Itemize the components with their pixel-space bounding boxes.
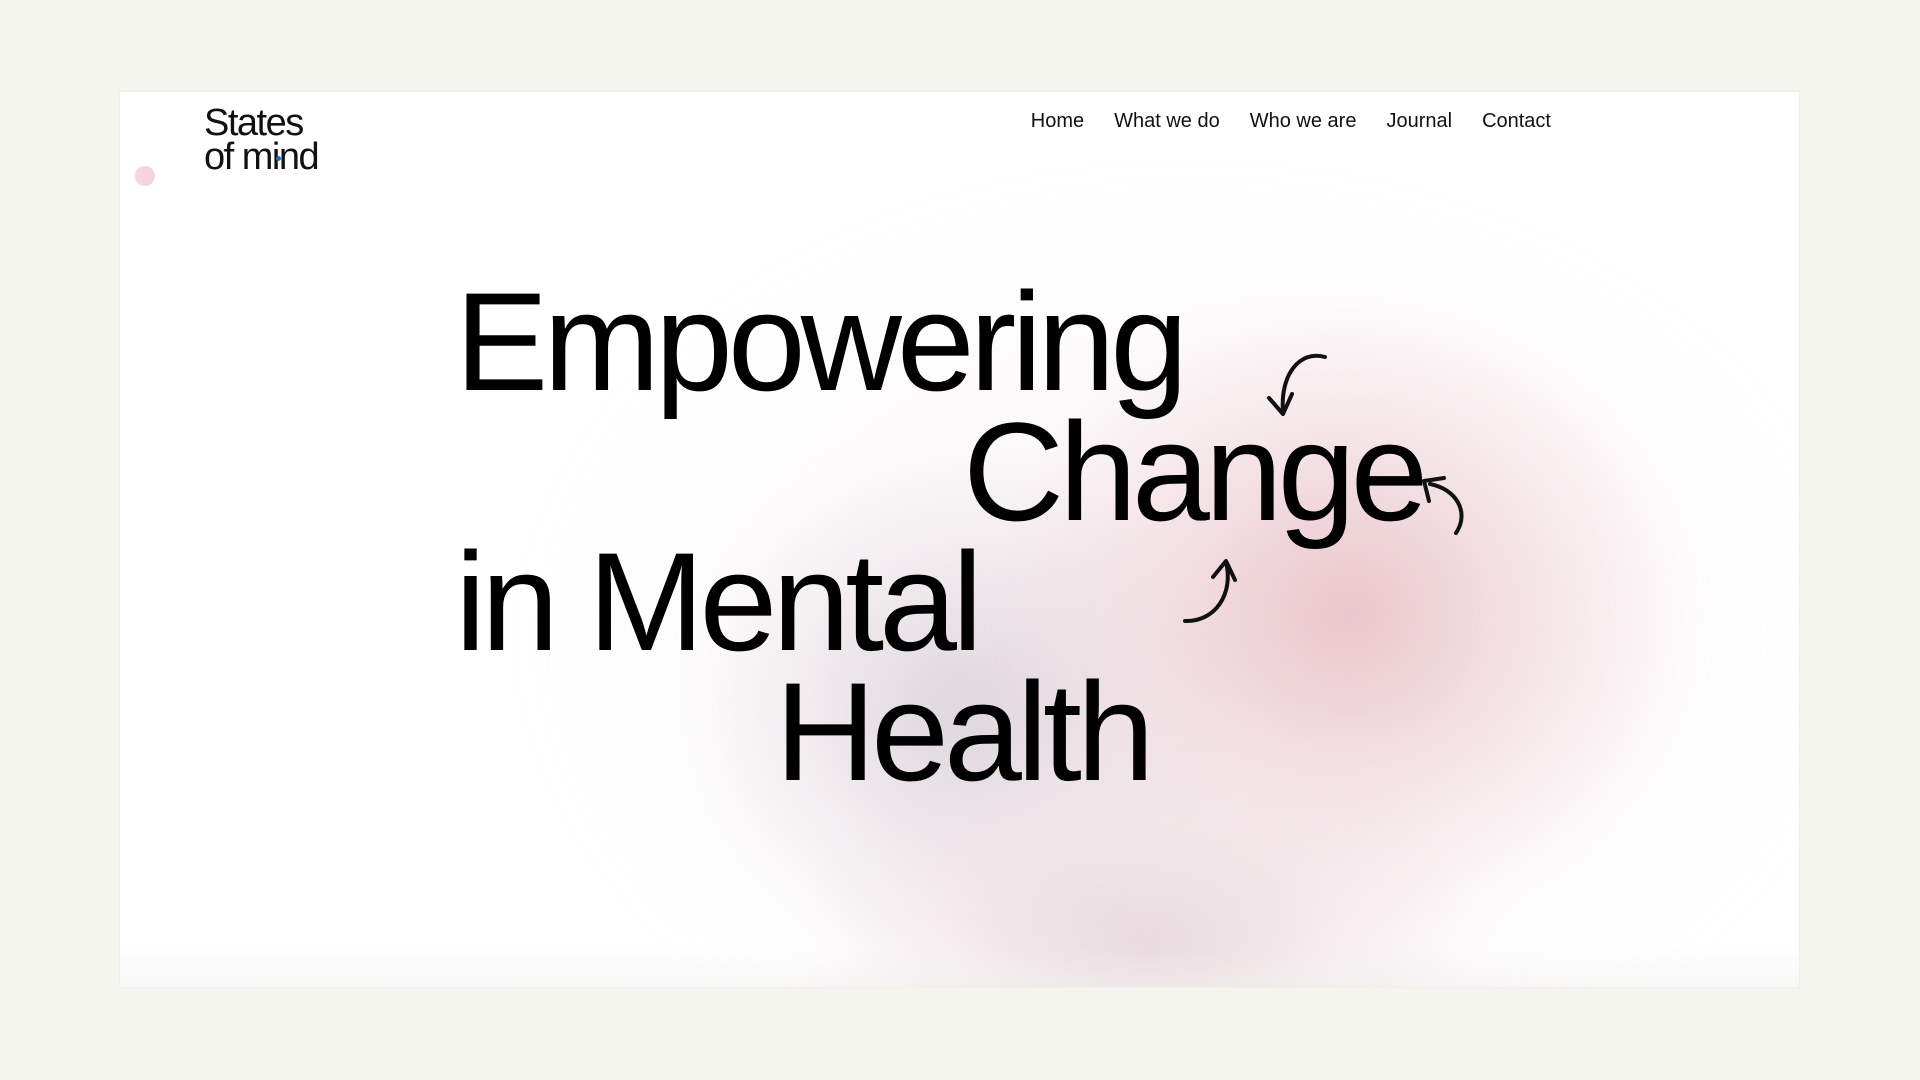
nav-contact[interactable]: Contact xyxy=(1482,108,1551,134)
hero-line-2: Change xyxy=(963,393,1428,550)
nav-what-we-do[interactable]: What we do xyxy=(1114,108,1220,134)
bottom-shade xyxy=(120,947,1799,987)
hero-line-3: in Mental xyxy=(455,523,983,680)
hero-line-1: Empowering xyxy=(455,263,1188,420)
site-logo[interactable]: States of mind xyxy=(204,102,320,178)
nav-who-we-are[interactable]: Who we are xyxy=(1250,108,1357,134)
hand-drawn-arrow-icon xyxy=(1183,559,1237,624)
decorative-pink-dot xyxy=(135,166,155,186)
logo-line-2: of mind xyxy=(204,136,320,178)
nav-home[interactable]: Home xyxy=(1031,108,1084,134)
hero-line-4: Health xyxy=(775,653,1155,810)
main-nav: Home What we do Who we are Journal Conta… xyxy=(1031,108,1551,134)
logo-line-1: States xyxy=(204,102,304,144)
website-frame: States of mind Home What we do Who we ar… xyxy=(120,92,1799,987)
hand-drawn-arrow-icon xyxy=(1422,476,1464,535)
logo-dot xyxy=(276,156,281,161)
nav-journal[interactable]: Journal xyxy=(1386,108,1452,134)
